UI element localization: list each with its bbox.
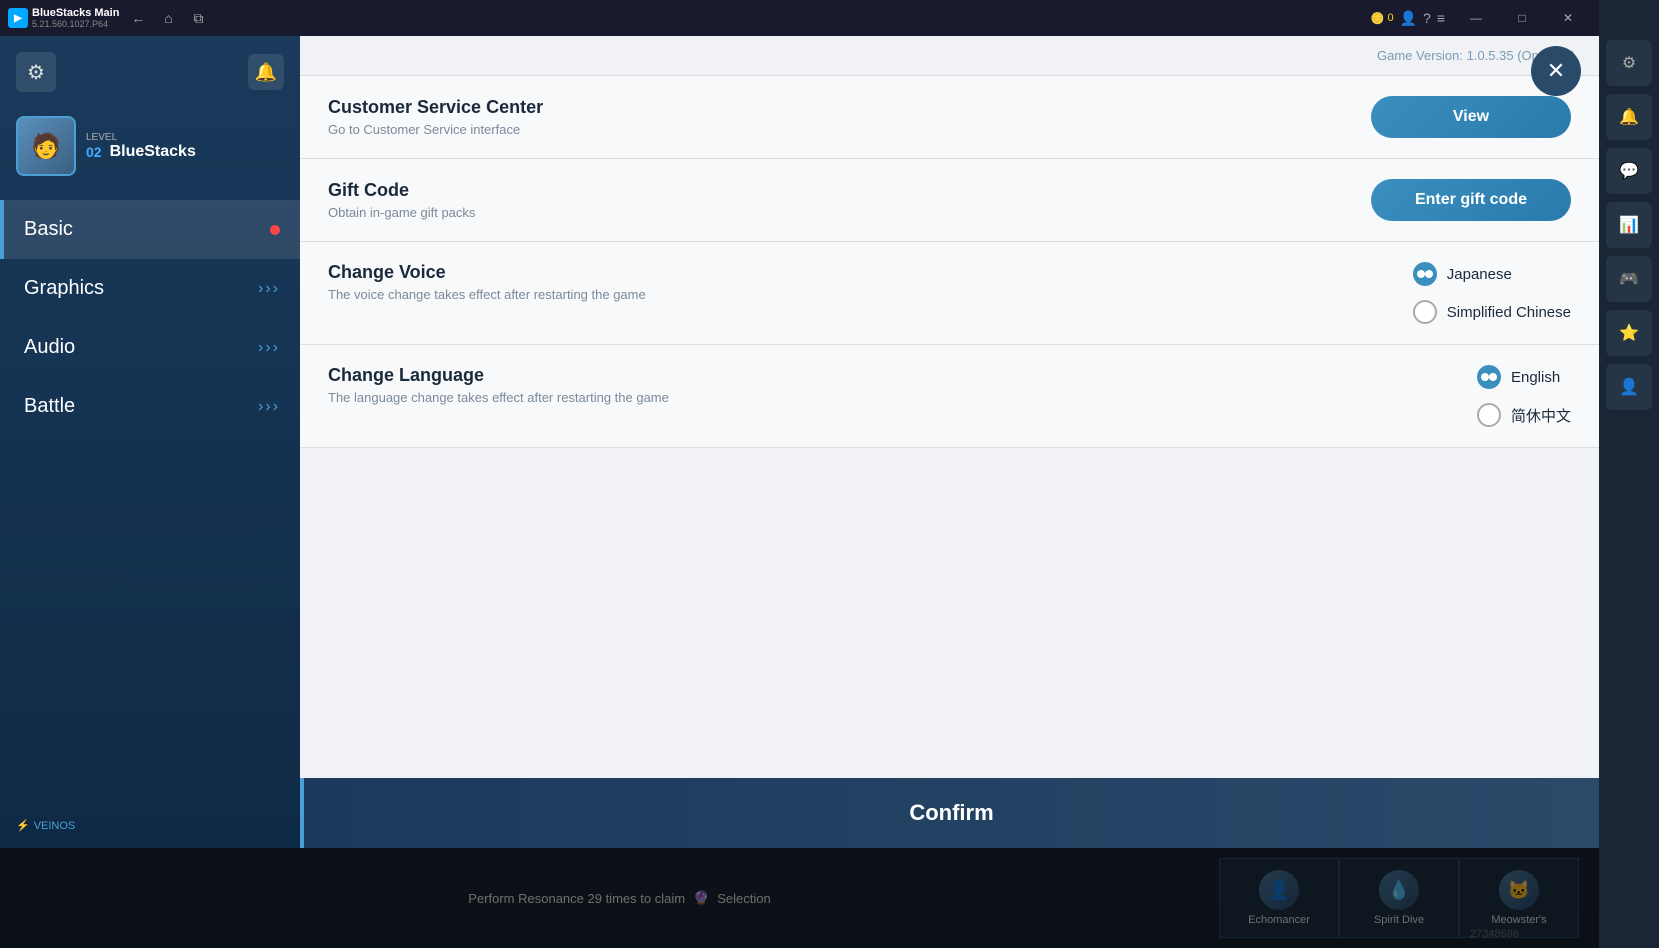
window-controls: — □ ✕ <box>1453 0 1591 36</box>
voice-radio-simplified-chinese[interactable] <box>1413 300 1437 324</box>
menu-icon[interactable]: ≡ <box>1437 10 1445 26</box>
footer-logo-icon: ⚡ <box>16 819 30 832</box>
voice-radio-group: Japanese Simplified Chinese <box>1413 262 1571 324</box>
minimize-button[interactable]: — <box>1453 0 1499 36</box>
settings-user-name: BlueStacks <box>110 143 196 161</box>
customer-service-info: Customer Service Center Go to Customer S… <box>328 97 1371 137</box>
duplicate-button[interactable]: ⧉ <box>187 7 209 29</box>
settings-level-num: 02 <box>86 144 102 160</box>
coin-icon: 🪙 <box>1371 12 1385 25</box>
change-voice-row: Change Voice The voice change takes effe… <box>300 242 1599 345</box>
voice-label-japanese: Japanese <box>1447 266 1512 283</box>
settings-bell-icon[interactable]: 🔔 <box>248 54 284 90</box>
footer-logo-text: VEINOS <box>34 820 76 832</box>
rs-settings-btn[interactable]: ⚙ <box>1606 40 1652 86</box>
right-sidebar: ⚙ 🔔 💬 📊 🎮 ⭐ 👤 <box>1599 0 1659 948</box>
change-language-control: English 简休中文 <box>1477 365 1571 427</box>
customer-service-control: View <box>1371 96 1571 138</box>
settings-user-avatar: 🧑 <box>16 116 76 176</box>
rs-user-btn[interactable]: 👤 <box>1606 364 1652 410</box>
confirm-bar[interactable]: Confirm <box>300 778 1599 848</box>
nav-item-graphics[interactable]: Graphics ››› <box>0 259 300 318</box>
gift-code-info: Gift Code Obtain in-game gift packs <box>328 180 1371 220</box>
nav-dots-graphics: ››› <box>258 280 280 298</box>
coin-display: 🪙 0 <box>1371 12 1394 25</box>
customer-service-subtitle: Go to Customer Service interface <box>328 122 1371 137</box>
settings-content: Game Version: 1.0.5.35 (OpenGL) Customer… <box>300 36 1599 848</box>
maximize-button[interactable]: □ <box>1499 0 1545 36</box>
nav-label-audio: Audio <box>24 336 75 359</box>
change-voice-subtitle: The voice change takes effect after rest… <box>328 287 1413 302</box>
voice-option-simplified-chinese[interactable]: Simplified Chinese <box>1413 300 1571 324</box>
rs-star-btn[interactable]: ⭐ <box>1606 310 1652 356</box>
rs-notification-btn[interactable]: 🔔 <box>1606 94 1652 140</box>
settings-gear-icon[interactable]: ⚙ <box>16 52 56 92</box>
settings-footer: ⚡ VEINOS <box>0 803 300 848</box>
gift-code-subtitle: Obtain in-game gift packs <box>328 205 1371 220</box>
gift-code-title: Gift Code <box>328 180 1371 201</box>
view-button[interactable]: View <box>1371 96 1571 138</box>
nav-dots-battle: ››› <box>258 398 280 416</box>
content-header: Game Version: 1.0.5.35 (OpenGL) <box>300 36 1599 76</box>
voice-option-japanese[interactable]: Japanese <box>1413 262 1571 286</box>
settings-user-panel: 🧑 LEVEL 02 BlueStacks <box>0 108 300 192</box>
rs-chat-btn[interactable]: 💬 <box>1606 148 1652 194</box>
bluestacks-logo: ▶ BlueStacks Main 5.21.560.1027.P64 <box>8 7 119 29</box>
close-window-button[interactable]: ✕ <box>1545 0 1591 36</box>
bluestacks-topbar: ▶ BlueStacks Main 5.21.560.1027.P64 ← ⌂ … <box>0 0 1599 36</box>
voice-label-simplified-chinese: Simplified Chinese <box>1447 304 1571 321</box>
bs-app-version: 5.21.560.1027.P64 <box>32 19 119 29</box>
language-label-english: English <box>1511 369 1560 386</box>
settings-sidebar: ⚙ 🔔 🧑 LEVEL 02 BlueStacks Basic Graphics… <box>0 36 300 848</box>
settings-nav: Basic Graphics ››› Audio ››› Battle ››› <box>0 192 300 803</box>
coin-count: 0 <box>1387 12 1393 24</box>
rs-gamepad-btn[interactable]: 🎮 <box>1606 256 1652 302</box>
enter-gift-code-button[interactable]: Enter gift code <box>1371 179 1571 221</box>
nav-item-audio[interactable]: Audio ››› <box>0 318 300 377</box>
change-voice-title: Change Voice <box>328 262 1413 283</box>
nav-label-basic: Basic <box>24 218 73 241</box>
language-radio-group: English 简休中文 <box>1477 365 1571 427</box>
confirm-button-label: Confirm <box>909 800 993 826</box>
bs-app-title: BlueStacks Main <box>32 7 119 19</box>
home-button[interactable]: ⌂ <box>157 7 179 29</box>
rs-stats-btn[interactable]: 📊 <box>1606 202 1652 248</box>
close-settings-button[interactable]: ✕ <box>1531 46 1581 96</box>
customer-service-row: Customer Service Center Go to Customer S… <box>300 76 1599 159</box>
change-language-info: Change Language The language change take… <box>328 365 1477 405</box>
language-label-simplified-chinese: 简休中文 <box>1511 405 1571 426</box>
gift-code-row: Gift Code Obtain in-game gift packs Ente… <box>300 159 1599 242</box>
language-option-simplified-chinese[interactable]: 简休中文 <box>1477 403 1571 427</box>
language-option-english[interactable]: English <box>1477 365 1571 389</box>
change-language-row: Change Language The language change take… <box>300 345 1599 448</box>
user-profile-icon[interactable]: 👤 <box>1400 10 1417 27</box>
nav-dots-audio: ››› <box>258 339 280 357</box>
content-body: Customer Service Center Go to Customer S… <box>300 76 1599 848</box>
bs-logo-icon: ▶ <box>8 8 28 28</box>
footer-logo: ⚡ VEINOS <box>16 819 75 832</box>
back-button[interactable]: ← <box>127 7 149 29</box>
gift-code-control: Enter gift code <box>1371 179 1571 221</box>
voice-radio-japanese[interactable] <box>1413 262 1437 286</box>
nav-label-battle: Battle <box>24 395 75 418</box>
nav-item-basic[interactable]: Basic <box>0 200 300 259</box>
nav-item-battle[interactable]: Battle ››› <box>0 377 300 436</box>
change-language-title: Change Language <box>328 365 1477 386</box>
nav-badge-basic <box>270 225 280 235</box>
customer-service-title: Customer Service Center <box>328 97 1371 118</box>
topbar-icons: 🪙 0 👤 ? ≡ <box>1371 10 1445 27</box>
change-voice-info: Change Voice The voice change takes effe… <box>328 262 1413 302</box>
language-radio-english[interactable] <box>1477 365 1501 389</box>
language-radio-simplified-chinese[interactable] <box>1477 403 1501 427</box>
settings-level-label: LEVEL <box>86 132 196 143</box>
change-language-subtitle: The language change takes effect after r… <box>328 390 1477 405</box>
change-voice-control: Japanese Simplified Chinese <box>1413 262 1571 324</box>
settings-header: ⚙ 🔔 <box>0 36 300 108</box>
help-icon[interactable]: ? <box>1423 10 1431 26</box>
settings-user-info: LEVEL 02 BlueStacks <box>86 132 196 161</box>
nav-label-graphics: Graphics <box>24 277 104 300</box>
